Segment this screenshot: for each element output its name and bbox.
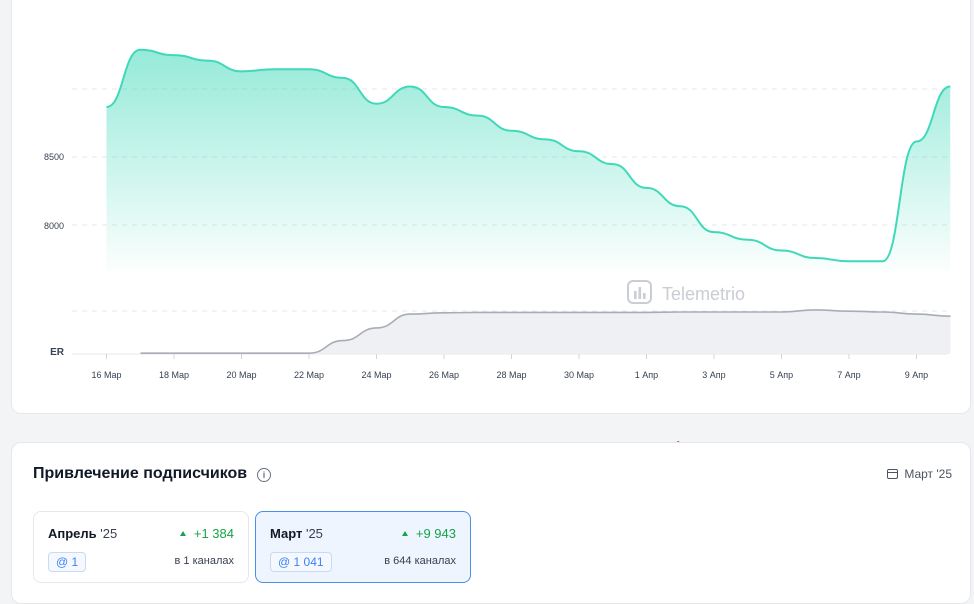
up-arrow-icon: [401, 531, 408, 536]
subscriber-acquisition-card: Привлечение подписчиков i Март '25 Апрел…: [11, 442, 971, 604]
channel-count: в 1 каналах: [174, 555, 234, 567]
month-label: Апрель '25: [48, 526, 118, 541]
period-label: Март '25: [904, 467, 952, 481]
mention-count-badge: @ 1: [48, 552, 87, 572]
up-arrow-icon: [179, 531, 186, 536]
period-selector[interactable]: Март '25: [887, 467, 952, 481]
channel-count: в 644 каналах: [384, 555, 456, 567]
info-icon[interactable]: i: [257, 468, 271, 482]
mention-count-badge: @ 1 041: [270, 552, 332, 572]
subscriber-delta: +9 943: [401, 526, 456, 541]
subscriber-delta: +1 384: [179, 526, 234, 541]
section-title: Привлечение подписчиков: [33, 465, 248, 482]
month-card-april[interactable]: Апрель '25 +1 384 @ 1 в 1 каналах: [33, 511, 249, 583]
calendar-icon: [887, 469, 899, 479]
month-card-march[interactable]: Март '25 +9 943 @ 1 041 в 644 каналах: [255, 511, 471, 583]
month-label: Март '25: [270, 526, 323, 541]
